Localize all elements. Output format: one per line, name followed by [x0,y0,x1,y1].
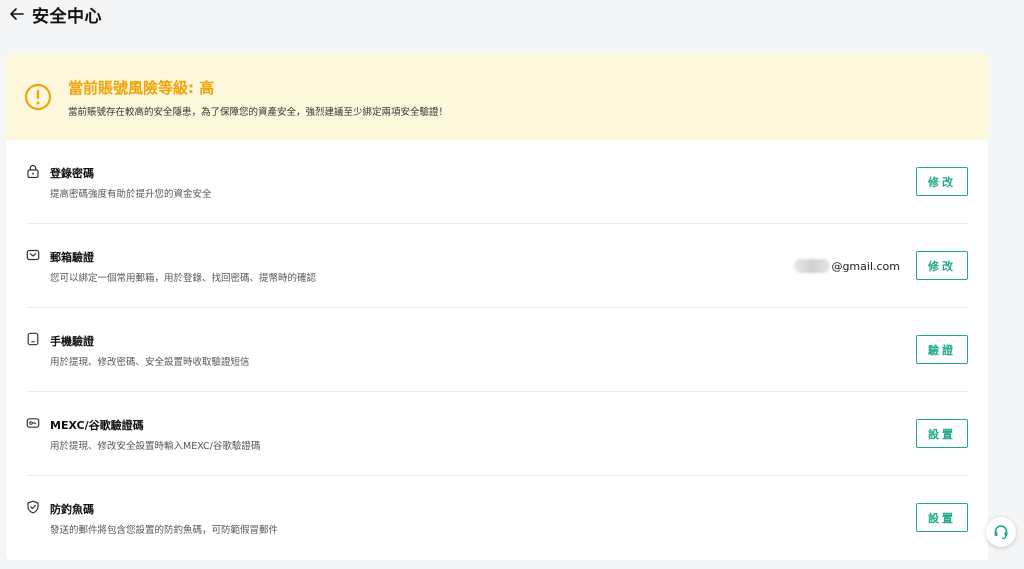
item-description: 提高密碼強度有助於提升您的資金安全 [50,189,212,200]
email-domain: @gmail.com [831,259,900,273]
lock-icon [26,163,40,179]
change-email-button[interactable]: 修改 [916,251,968,280]
item-title: 登錄密碼 [50,167,94,180]
customer-support-icon[interactable] [986,517,1016,547]
page-title: 安全中心 [32,6,102,27]
security-item-anti-phishing: 防釣魚碼 發送的郵件將包含您設置的防釣魚碼，可防範假冒郵件 設置 [26,476,968,560]
setup-authenticator-button[interactable]: 設置 [916,419,968,448]
back-arrow-icon[interactable] [8,5,26,23]
item-title: 防釣魚碼 [50,503,94,516]
risk-level-title: 當前賬號風險等級: 高 [68,78,215,97]
mail-icon [26,247,40,261]
phone-icon [26,331,40,346]
item-title: 手機驗證 [50,335,94,348]
change-password-button[interactable]: 修改 [916,167,968,196]
key-icon [26,415,40,429]
security-item-password: 登錄密碼 提高密碼強度有助於提升您的資金安全 修改 [26,140,968,224]
item-title: MEXC/谷歌驗證碼 [50,419,144,432]
item-description: 用於提現、修改密碼、安全設置時收取驗證短信 [50,357,250,368]
warning-icon [24,83,52,111]
setup-anti-phishing-button[interactable]: 設置 [916,503,968,532]
item-description: 用於提現、修改安全設置時輸入MEXC/谷歌驗證碼 [50,441,261,452]
verify-phone-button[interactable]: 驗證 [916,335,968,364]
security-item-email: 郵箱驗證 您可以綁定一個常用郵箱，用於登錄、找回密碼、提幣時的確認 @gmail… [26,224,968,308]
page-header: 安全中心 [0,0,1024,28]
masked-email-prefix [794,259,831,273]
security-item-phone: 手機驗證 用於提現、修改密碼、安全設置時收取驗證短信 驗證 [26,308,968,392]
item-description: 發送的郵件將包含您設置的防釣魚碼，可防範假冒郵件 [50,525,279,536]
risk-alert-banner: 當前賬號風險等級: 高 當前賬號存在較高的安全隱患，為了保障您的資產安全，強烈建… [6,54,988,140]
security-card: 當前賬號風險等級: 高 當前賬號存在較高的安全隱患，為了保障您的資產安全，強烈建… [6,54,988,560]
item-description: 您可以綁定一個常用郵箱，用於登錄、找回密碼、提幣時的確認 [50,273,317,284]
security-item-authenticator: MEXC/谷歌驗證碼 用於提現、修改安全設置時輸入MEXC/谷歌驗證碼 設置 [26,392,968,476]
item-title: 郵箱驗證 [50,251,94,264]
bound-email: @gmail.com [794,259,900,273]
risk-description: 當前賬號存在較高的安全隱患，為了保障您的資產安全，強烈建議至少綁定兩項安全驗證！ [68,106,449,118]
shield-icon [26,499,40,514]
